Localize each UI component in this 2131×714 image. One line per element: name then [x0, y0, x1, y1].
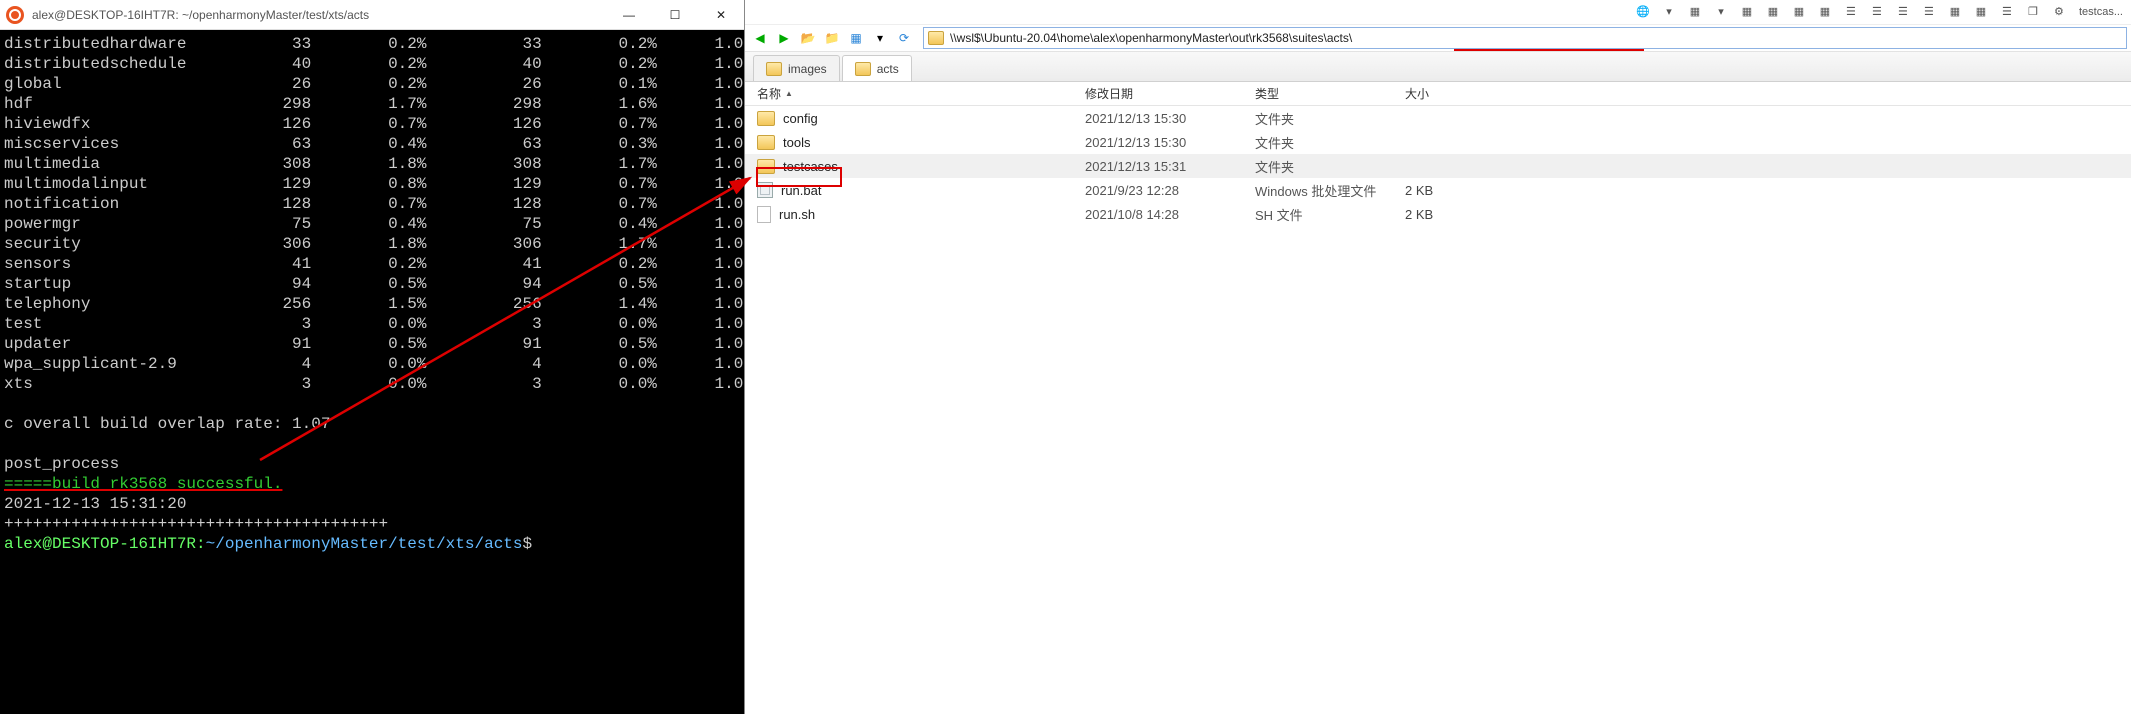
file-row[interactable]: run.bat 2021/9/23 12:28Windows 批处理文件2 KB [745, 178, 2131, 202]
nav-forward-button[interactable]: ▶ [773, 27, 795, 49]
file-type: 文件夹 [1255, 133, 1405, 152]
file-date: 2021/12/13 15:31 [1085, 159, 1255, 174]
file-type: 文件夹 [1255, 157, 1405, 176]
list-icon[interactable]: ☰ [1841, 4, 1861, 20]
tab-acts[interactable]: acts [842, 55, 912, 81]
grid-icon[interactable]: ▦ [1737, 4, 1757, 20]
build-success-line: =====build rk3568 successful. [4, 475, 282, 493]
address-bar[interactable]: \\wsl$\Ubuntu-20.04\home\alex\openharmon… [923, 27, 2127, 49]
sort-asc-icon: ▲ [785, 89, 793, 98]
globe-icon[interactable]: 🌐 [1633, 4, 1653, 20]
file-row[interactable]: config 2021/12/13 15:30文件夹 [745, 106, 2131, 130]
grid-icon[interactable]: ▦ [1763, 4, 1783, 20]
terminal-window: alex@DESKTOP-16IHT7R: ~/openharmonyMaste… [0, 0, 745, 714]
file-list: config2021/12/13 15:30文件夹tools2021/12/13… [745, 106, 2131, 714]
tab-images[interactable]: images [753, 55, 840, 81]
file-name: run.sh [779, 207, 815, 222]
view-button[interactable]: ▦ [845, 27, 867, 49]
folder-icon [757, 135, 775, 150]
list-icon[interactable]: ☰ [1867, 4, 1887, 20]
dropdown-icon[interactable]: ▾ [1711, 4, 1731, 20]
bat-file-icon [757, 182, 773, 198]
grid-icon[interactable]: ▦ [1789, 4, 1809, 20]
topright-label: testcas... [2075, 4, 2127, 20]
list-icon[interactable]: ☰ [1919, 4, 1939, 20]
file-date: 2021/12/13 15:30 [1085, 111, 1255, 126]
file-size: 2 KB [1405, 207, 1485, 222]
folder-icon [757, 111, 775, 126]
file-name: config [783, 111, 818, 126]
file-explorer: 🌐▾ ▦▾ ▦ ▦ ▦ ▦ ☰ ☰ ☰ ☰ ▦ ▦ ☰ ❐ ⚙ testcas.… [745, 0, 2131, 714]
file-date: 2021/12/13 15:30 [1085, 135, 1255, 150]
address-text: \\wsl$\Ubuntu-20.04\home\alex\openharmon… [950, 31, 1352, 45]
file-name: testcases [783, 159, 838, 174]
file-date: 2021/10/8 14:28 [1085, 207, 1255, 222]
tab-label: acts [877, 62, 899, 76]
header-name[interactable]: 名称 ▲ [745, 85, 1085, 102]
explorer-top-toolbar: 🌐 ▾ ▦ ▾ ▦ ▦ ▦ ▦ ☰ ☰ ☰ ☰ ▦ ▦ ☰ ❐ ⚙ testcas.… [745, 0, 2131, 24]
header-size[interactable]: 大小 [1405, 85, 1485, 102]
file-row[interactable]: tools 2021/12/13 15:30文件夹 [745, 130, 2131, 154]
file-type: SH 文件 [1255, 205, 1405, 224]
file-name: run.bat [781, 183, 821, 198]
file-type: Windows 批处理文件 [1255, 181, 1405, 200]
minimize-button[interactable]: — [606, 0, 652, 30]
grid-icon[interactable]: ▦ [1815, 4, 1835, 20]
dropdown-icon[interactable]: ▾ [869, 27, 891, 49]
settings-icon[interactable]: ⚙ [2049, 4, 2069, 20]
annotation-underline [1454, 49, 1644, 51]
sh-file-icon [757, 206, 771, 223]
grid-icon[interactable]: ▦ [1971, 4, 1991, 20]
folder-icon [766, 62, 782, 76]
nav-history-button[interactable]: 📁 [821, 27, 843, 49]
file-name: tools [783, 135, 810, 150]
file-date: 2021/9/23 12:28 [1085, 183, 1255, 198]
file-row[interactable]: testcases 2021/12/13 15:31文件夹 [745, 154, 2131, 178]
explorer-nav-row: ◀ ▶ 📂 📁 ▦ ▾ ⟳ \\wsl$\Ubuntu-20.04\home\a… [745, 24, 2131, 52]
nav-up-button[interactable]: 📂 [797, 27, 819, 49]
list-icon[interactable]: ☰ [1893, 4, 1913, 20]
folder-icon [855, 62, 871, 76]
window-titlebar: alex@DESKTOP-16IHT7R: ~/openharmonyMaste… [0, 0, 744, 30]
terminal-output[interactable]: distributedhardware 33 0.2% 33 0.2% 1.00… [0, 30, 744, 714]
grid-icon[interactable]: ▦ [1945, 4, 1965, 20]
tab-label: images [788, 62, 827, 76]
grid-icon[interactable]: ▦ [1685, 4, 1705, 20]
header-type[interactable]: 类型 [1255, 85, 1405, 102]
nav-back-button[interactable]: ◀ [749, 27, 771, 49]
file-type: 文件夹 [1255, 109, 1405, 128]
file-row[interactable]: run.sh 2021/10/8 14:28SH 文件2 KB [745, 202, 2131, 226]
window-icon[interactable]: ❐ [2023, 4, 2043, 20]
file-size: 2 KB [1405, 183, 1485, 198]
close-button[interactable]: ✕ [698, 0, 744, 30]
explorer-tabs: images acts [745, 52, 2131, 82]
dropdown-icon[interactable]: ▾ [1659, 4, 1679, 20]
maximize-button[interactable]: ☐ [652, 0, 698, 30]
ubuntu-icon [6, 6, 24, 24]
folder-icon [757, 159, 775, 174]
refresh-button[interactable]: ⟳ [893, 27, 915, 49]
column-headers: 名称 ▲ 修改日期 类型 大小 [745, 82, 2131, 106]
folder-icon [928, 31, 944, 45]
header-date[interactable]: 修改日期 [1085, 85, 1255, 102]
window-title: alex@DESKTOP-16IHT7R: ~/openharmonyMaste… [32, 8, 606, 22]
list-icon[interactable]: ☰ [1997, 4, 2017, 20]
